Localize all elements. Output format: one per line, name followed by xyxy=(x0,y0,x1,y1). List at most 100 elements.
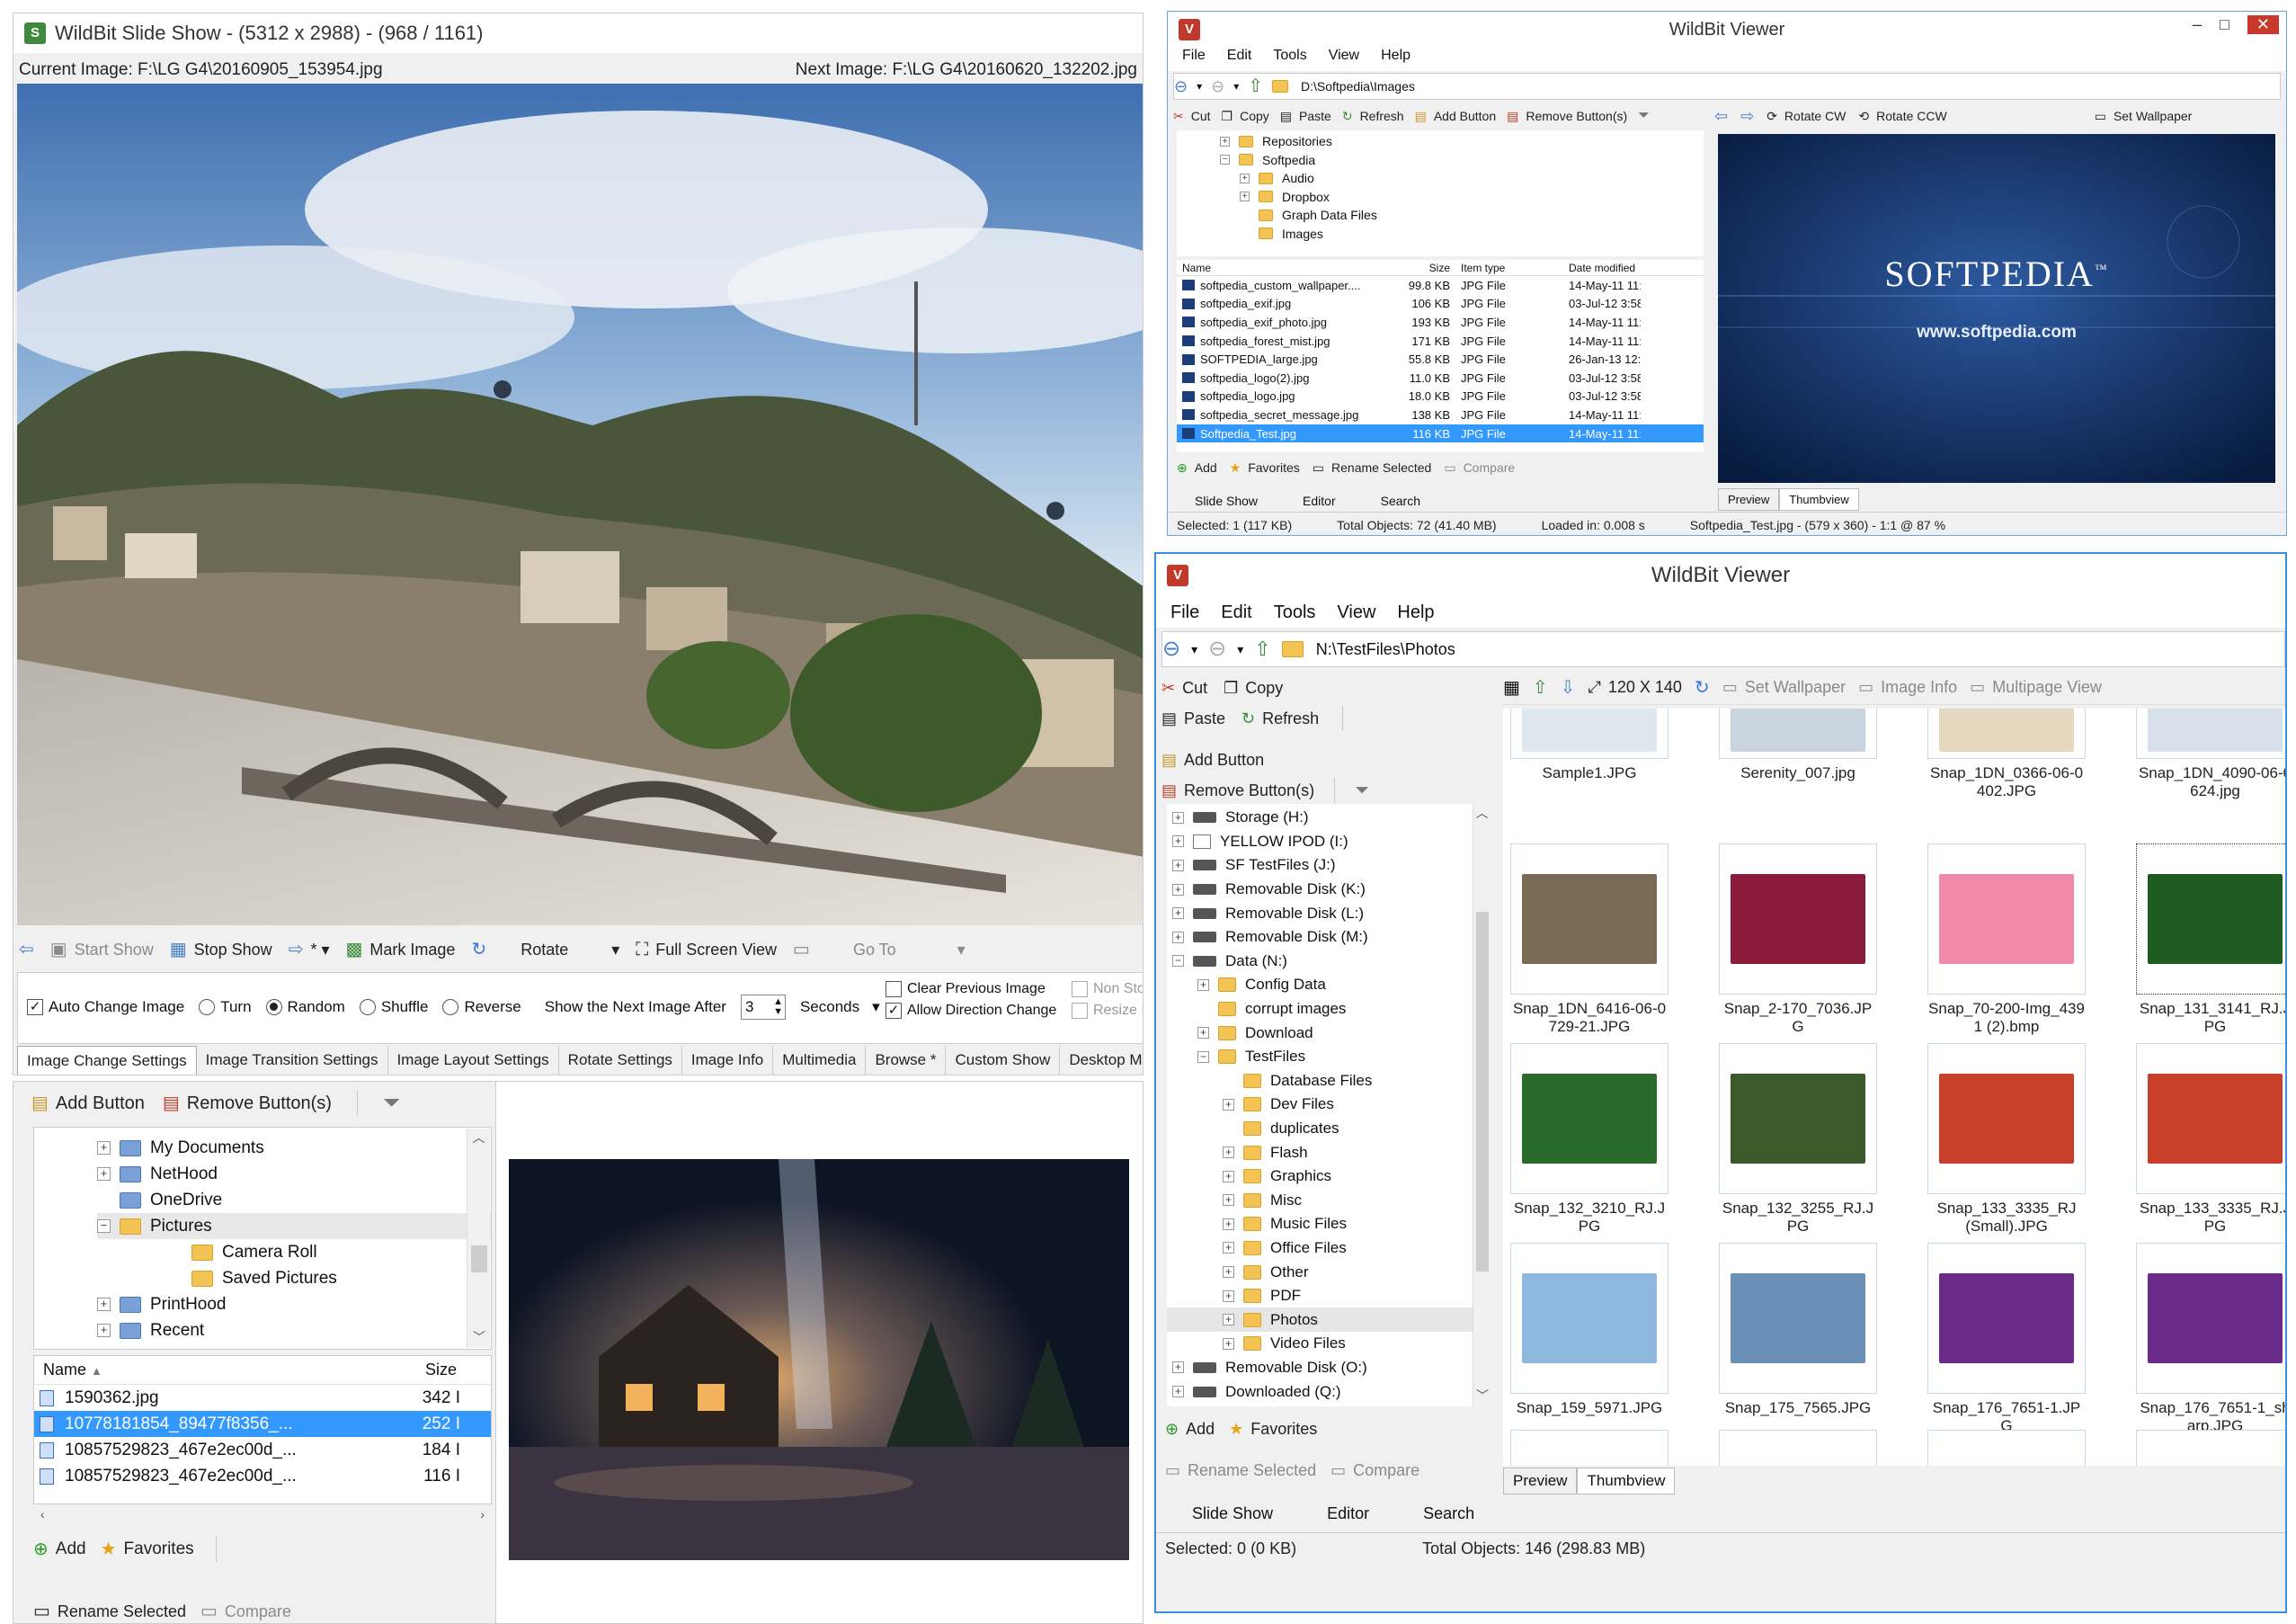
up-folder-icon[interactable]: ⇧ xyxy=(1254,639,1270,659)
menu-item[interactable]: View xyxy=(1329,48,1359,71)
expand-icon[interactable]: + xyxy=(1223,1098,1234,1111)
mode-tab[interactable]: Slide Show xyxy=(1195,494,1258,508)
expand-icon[interactable]: + xyxy=(1172,907,1184,920)
path-field[interactable]: D:\Softpedia\Images xyxy=(1301,79,1415,94)
tree-node[interactable]: + Office Files xyxy=(1167,1236,1474,1261)
full-screen-button[interactable]: ⛶ Full Screen View xyxy=(636,941,777,959)
remove-button-button[interactable]: ▤ Remove Button(s) xyxy=(1507,109,1627,124)
tree-node[interactable]: + Dropbox xyxy=(1177,188,1704,207)
view-tab[interactable]: Thumbview xyxy=(1779,487,1859,511)
view-tab[interactable]: Thumbview xyxy=(1577,1468,1676,1495)
tree-node[interactable]: + PrintHood xyxy=(97,1291,491,1317)
thumbnail-item[interactable]: Snap_133_3335_RJ.JPG xyxy=(2136,1043,2285,1236)
settings-tab[interactable]: Image Transition Settings xyxy=(197,1046,388,1075)
tree-node[interactable]: Images xyxy=(1177,225,1704,244)
expand-icon[interactable]: + xyxy=(1172,931,1184,943)
mode-tab[interactable]: Editor xyxy=(1303,494,1336,508)
menu-item[interactable]: Help xyxy=(1397,602,1434,623)
column-header[interactable]: Item type xyxy=(1461,262,1551,274)
expand-icon[interactable]: − xyxy=(97,1219,111,1233)
expand-icon[interactable]: − xyxy=(1197,1050,1209,1063)
file-row[interactable]: 10857529823_467e2ec00d_... 116 I xyxy=(34,1463,491,1489)
scroll-thumb[interactable] xyxy=(1476,912,1489,1272)
maximize-icon[interactable]: □ xyxy=(2220,15,2229,34)
rotate-ccw-button[interactable]: ⟲ Rotate CCW xyxy=(1858,109,1946,124)
settings-tab[interactable]: Multimedia xyxy=(773,1046,867,1075)
expand-icon[interactable]: + xyxy=(1172,1361,1184,1374)
scroll-up-icon[interactable]: ︿ xyxy=(1473,804,1491,822)
menu-item[interactable]: Tools xyxy=(1274,602,1316,623)
scroll-thumb[interactable] xyxy=(471,1245,487,1272)
expand-icon[interactable]: + xyxy=(1223,1337,1234,1350)
rename-selected-button[interactable]: ▭ Rename Selected xyxy=(1313,460,1432,476)
menu-item[interactable]: File xyxy=(1182,48,1206,71)
tree-node[interactable]: + NetHood xyxy=(97,1161,491,1187)
tree-node[interactable]: + Removable Disk (K:) xyxy=(1167,878,1474,902)
cut-button[interactable]: ✂ Cut xyxy=(1173,109,1211,124)
up-folder-icon[interactable]: ⇧ xyxy=(1248,77,1263,95)
file-row[interactable]: softpedia_exif_photo.jpg 193 KB JPG File 14… xyxy=(1177,313,1704,332)
thumbnail-item[interactable]: Snap_2-170_7036.JPG xyxy=(1719,843,1877,1036)
expand-icon[interactable]: + xyxy=(1172,883,1184,896)
tree-node[interactable]: + Removable Disk (L:) xyxy=(1167,901,1474,925)
tree-node[interactable]: + Other xyxy=(1167,1260,1474,1284)
refresh-button[interactable]: ↻ Refresh xyxy=(1241,709,1319,728)
settings-tab[interactable]: Rotate Settings xyxy=(559,1046,682,1075)
tree-node[interactable]: + Removable Disk (O:) xyxy=(1167,1356,1474,1380)
file-row[interactable]: 1590362.jpg 342 I xyxy=(34,1385,491,1411)
thumbnail-item[interactable]: Snap_175_7565.JPG xyxy=(1719,1243,1877,1417)
file-row[interactable]: softpedia_forest_mist.jpg 171 KB JPG File 1… xyxy=(1177,332,1704,351)
scroll-left-icon[interactable]: ‹ xyxy=(40,1507,45,1521)
seconds-spinner[interactable]: 3 ▲ ▼ xyxy=(740,995,786,1020)
tree-node[interactable]: + Graphics xyxy=(1167,1164,1474,1189)
tree-node[interactable]: + Flash xyxy=(1167,1140,1474,1164)
scroll-down-icon[interactable]: ﹀ xyxy=(1473,1387,1491,1405)
tree-node[interactable]: duplicates xyxy=(1167,1117,1474,1141)
remove-button-button[interactable]: ▤ Remove Button(s) xyxy=(163,1093,332,1114)
file-row[interactable]: softpedia_secret_message.jpg 138 KB JPG Fi… xyxy=(1177,406,1704,424)
column-header[interactable]: Name xyxy=(1182,262,1362,274)
tree-scrollbar[interactable]: ︿ ﹀ xyxy=(467,1129,490,1348)
dropdown-icon[interactable]: ▾ xyxy=(1197,80,1202,93)
file-row[interactable]: softpedia_logo.jpg 18.0 KB JPG File 03-Jul-… xyxy=(1177,388,1704,406)
file-row[interactable]: softpedia_logo(2).jpg 11.0 KB JPG File 03-J… xyxy=(1177,369,1704,388)
turn-radio[interactable]: Turn xyxy=(199,998,252,1016)
thumbnail-item[interactable]: Sample1.JPG xyxy=(1510,709,1669,782)
tree-node[interactable]: − Data (N:) xyxy=(1167,950,1474,974)
tree-node[interactable]: − Pictures xyxy=(97,1213,491,1239)
tree-node[interactable]: + Removable Disk (M:) xyxy=(1167,925,1474,950)
view-tab[interactable]: Preview xyxy=(1503,1468,1578,1495)
goto-dropdown-icon[interactable]: ▾ xyxy=(957,941,966,959)
minimize-icon[interactable]: – xyxy=(2193,15,2202,34)
menu-item[interactable]: Help xyxy=(1381,48,1411,71)
clear-previous-checkbox[interactable]: Clear Previous Image xyxy=(885,978,1056,1000)
expand-icon[interactable]: − xyxy=(1172,955,1184,968)
thumbnail-item[interactable]: Snap_176_7651-1_sharp.JPG xyxy=(2136,1243,2285,1435)
thumbnail-item[interactable]: Snap_133_3335_RJ (Small).JPG xyxy=(1927,1043,2086,1236)
thumbnail-item[interactable]: Snap_132_3255_RJ.JPG xyxy=(1719,1043,1877,1236)
rename-selected-button[interactable]: ▭ Rename Selected xyxy=(1165,1461,1316,1480)
dropdown-icon[interactable]: ▾ xyxy=(1191,642,1197,657)
filter-icon[interactable]: ⏷ xyxy=(1638,109,1650,123)
remove-button-button[interactable]: ▤ Remove Button(s) xyxy=(1161,781,1314,800)
thumbnail-item[interactable]: Snap_176_7651-1.JPG xyxy=(1927,1243,2086,1435)
multipage-view-button[interactable]: ▭ Multipage View xyxy=(1970,678,2102,697)
mode-tab[interactable]: Search xyxy=(1423,1504,1474,1523)
expand-icon[interactable]: + xyxy=(1223,1218,1234,1230)
thumbnail-item[interactable]: Snap_70-200-Img_4391 (2).bmp xyxy=(1927,843,2086,1036)
column-header[interactable]: Size xyxy=(1362,262,1461,274)
tree-node[interactable]: + Photos xyxy=(1167,1307,1474,1333)
settings-tab[interactable]: Desktop Mode xyxy=(1060,1046,1143,1075)
back-icon[interactable]: ⊖ xyxy=(1162,638,1180,660)
menu-item[interactable]: Edit xyxy=(1221,602,1251,623)
tree-node[interactable]: + Misc xyxy=(1167,1189,1474,1213)
expand-icon[interactable]: + xyxy=(1223,1266,1234,1279)
stop-show-button[interactable]: ▦ Stop Show xyxy=(170,941,272,959)
tree-node[interactable]: − TestFiles xyxy=(1167,1045,1474,1069)
tree-node[interactable]: + Music Files xyxy=(1167,1212,1474,1236)
rotate-cw-button[interactable]: ⟳ Rotate CW xyxy=(1766,109,1846,124)
menu-item[interactable]: Tools xyxy=(1273,48,1306,71)
tree-node[interactable]: − Softpedia xyxy=(1177,151,1704,170)
tree-node[interactable]: corrupt images xyxy=(1167,997,1474,1022)
favorites-button[interactable]: ★ Favorites xyxy=(101,1539,194,1559)
